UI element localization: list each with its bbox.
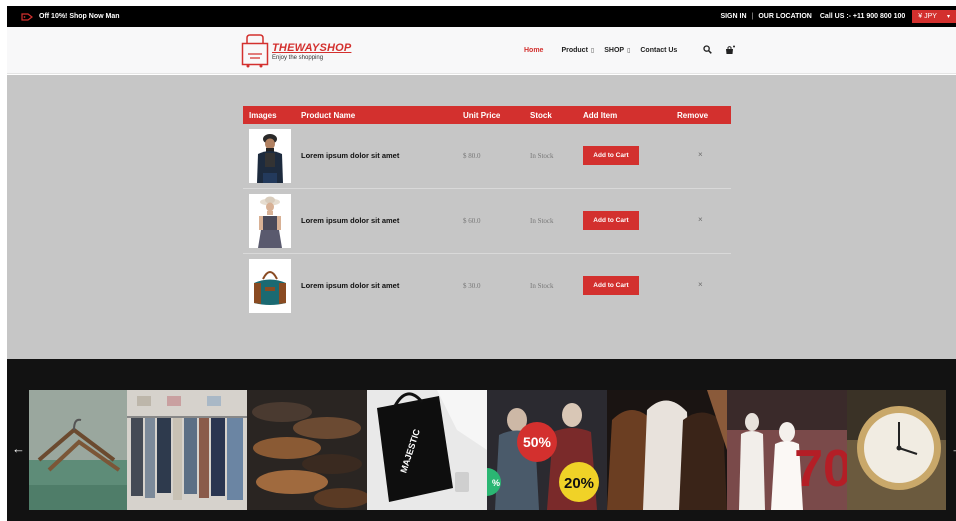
arrow-left-icon[interactable]: ← (12, 441, 25, 456)
table-header: Images Product Name Unit Price Stock Add… (243, 106, 731, 124)
product-name[interactable]: Lorem ipsum dolor sit amet (301, 216, 399, 225)
gallery-tile-tote-bag[interactable]: MAJESTIC (367, 390, 487, 510)
product-image-woman-dress[interactable] (249, 194, 291, 248)
brand-name: THEWAYSHOP (272, 41, 352, 54)
currency-select[interactable]: ¥ JPY ▾ (912, 10, 956, 23)
gallery-tile-mannequins-sale[interactable]: 50% 20% % (487, 390, 607, 510)
nav-product[interactable]: Product ▯ (561, 47, 594, 54)
product-image-man-hat[interactable] (249, 129, 291, 183)
header-remove: Remove (677, 111, 709, 120)
product-name[interactable]: Lorem ipsum dolor sit amet (301, 151, 399, 160)
product-name[interactable]: Lorem ipsum dolor sit amet (301, 281, 399, 290)
gallery-tile-watch[interactable] (847, 390, 946, 510)
top-separator: | (751, 13, 754, 20)
chevron-down-icon: ▾ (946, 14, 950, 20)
stock-status: In Stock (530, 152, 554, 160)
table-row: Lorem ipsum dolor sit amet $ 60.0 In Sto… (243, 189, 731, 254)
dropdown-icon: ▯ (627, 48, 631, 54)
gallery-tile-shoes[interactable] (247, 390, 367, 510)
header-images: Images (249, 111, 277, 120)
product-image-handbag[interactable] (249, 259, 291, 313)
tag-icon (21, 12, 33, 21)
nav-shop-label: SHOP (604, 47, 625, 54)
sale-number-70: 70 (794, 440, 847, 498)
top-bar: Off 10%! Shop Now Man SIGN IN | OUR LOCA… (7, 6, 956, 27)
header-unit-price: Unit Price (463, 111, 501, 120)
unit-price: $ 80.0 (463, 152, 481, 160)
stock-status: In Stock (530, 282, 554, 290)
brand-tagline: Enjoy the shopping (272, 54, 324, 61)
stock-status: In Stock (530, 217, 554, 225)
add-to-cart-button[interactable]: Add to Cart (583, 146, 639, 165)
gallery-tile-mannequins-70[interactable]: 70 (727, 390, 847, 510)
shopping-bag-icon[interactable] (725, 45, 736, 57)
gallery-tile-fur-coats[interactable] (607, 390, 727, 510)
nav-shop[interactable]: SHOP ▯ (604, 47, 630, 54)
remove-icon[interactable]: × (698, 215, 703, 224)
gallery-strip: MAJESTIC 50% 20% % 70 (29, 390, 946, 510)
header-add-item: Add Item (583, 111, 618, 120)
site-logo[interactable]: THEWAYSHOP Enjoy the shopping (241, 34, 351, 68)
table-row: Lorem ipsum dolor sit amet $ 30.0 In Sto… (243, 254, 731, 319)
header-product-name: Product Name (301, 111, 356, 120)
nav-product-label: Product (561, 47, 588, 54)
cart-section: Images Product Name Unit Price Stock Add… (7, 75, 956, 359)
gallery-tile-clothing-rack[interactable] (127, 390, 247, 510)
table-row: Lorem ipsum dolor sit amet $ 80.0 In Sto… (243, 124, 731, 189)
dropdown-icon: ▯ (590, 48, 595, 54)
cart-table: Images Product Name Unit Price Stock Add… (243, 106, 731, 319)
sale-badge-20: 20% (564, 475, 594, 492)
main-navbar: THEWAYSHOP Enjoy the shopping Home Produ… (7, 27, 956, 74)
main-menu: Home Product ▯ SHOP ▯ Contact Us (524, 27, 748, 74)
nav-contact[interactable]: Contact Us (640, 47, 677, 54)
gallery-tile-hangers[interactable] (29, 390, 127, 510)
sale-badge-50: 50% (523, 434, 552, 450)
header-stock: Stock (530, 111, 552, 120)
add-to-cart-button[interactable]: Add to Cart (583, 211, 639, 230)
remove-icon[interactable]: × (698, 150, 703, 159)
currency-value: ¥ JPY (918, 13, 937, 20)
add-to-cart-button[interactable]: Add to Cart (583, 276, 639, 295)
our-location-link[interactable]: OUR LOCATION (758, 13, 812, 20)
call-us-text: Call US :- +11 900 800 100 (819, 13, 906, 20)
sign-in-link[interactable]: SIGN IN (720, 13, 746, 20)
search-icon[interactable] (703, 45, 713, 56)
shopping-bag-logo-icon (241, 34, 269, 68)
top-links: SIGN IN | OUR LOCATION Call US :- +11 90… (720, 6, 956, 27)
unit-price: $ 30.0 (463, 282, 481, 290)
unit-price: $ 60.0 (463, 217, 481, 225)
arrow-right-icon[interactable]: → (951, 441, 956, 456)
promo-text[interactable]: Off 10%! Shop Now Man (39, 13, 120, 20)
nav-home[interactable]: Home (524, 47, 543, 54)
instagram-gallery: ← MAJESTIC 50% 20% % 70 (7, 359, 956, 521)
remove-icon[interactable]: × (698, 280, 703, 289)
promo-banner[interactable]: Off 10%! Shop Now Man (21, 6, 120, 27)
sale-badge-partial: % (492, 478, 500, 488)
